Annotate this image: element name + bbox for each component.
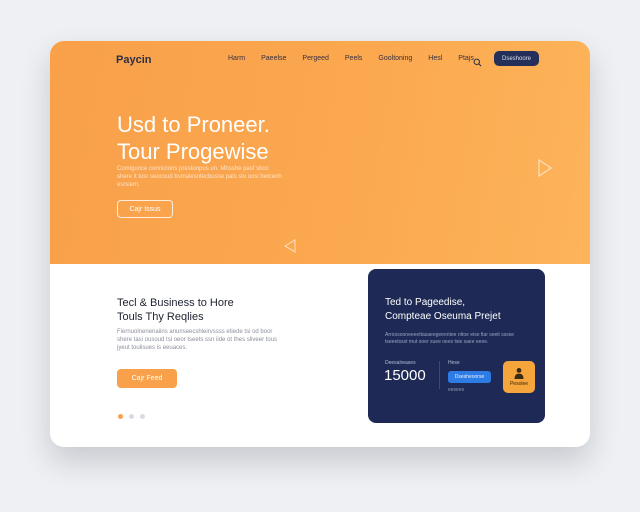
nav-item[interactable]: Gooltoning [378,55,412,62]
section-title-line: Touls Thy Reqlies [117,311,204,323]
panel-paragraph: Arroosooneeeettasaeegeeontee nttoe eise … [385,332,514,345]
header-cta-button[interactable]: Dseshoore [494,51,539,66]
hero-title-line: Usd to Proneer. [117,112,270,137]
section-button[interactable]: Cajr Feed [117,369,177,388]
next-arrow-icon[interactable] [537,158,553,182]
landing-card: Paycin Harm Paeelse Pergeed Peels Goolto… [50,41,590,447]
search-icon[interactable] [473,54,482,72]
stat-label: Deesalreases [385,360,416,366]
nav-item[interactable]: Paeelse [261,55,286,62]
logo[interactable]: Paycin [116,54,151,66]
nav-item[interactable]: Harm [228,55,245,62]
side-subtext: eesees [448,387,465,393]
main-nav: Harm Paeelse Pergeed Peels Gooltoning He… [228,55,490,62]
hero-button[interactable]: Cajr Issus [117,200,173,218]
stat-value: 15000 [384,367,426,384]
carousel-dots [118,414,145,419]
panel-title-line: Compteae Oseuma Prejet [385,311,501,322]
panel-title: Ted to Pageedise, Compteae Oseuma Prejet [385,296,501,324]
side-label: Hese [448,360,460,366]
people-badge[interactable]: Pesolee [503,361,535,393]
panel-button[interactable]: Dsesheoorse [448,371,491,383]
nav-item[interactable]: Pergeed [302,55,328,62]
feature-panel: Ted to Pageedise, Compteae Oseuma Prejet… [368,269,545,423]
panel-divider [439,361,440,389]
carousel-dot[interactable] [129,414,134,419]
section-title-line: Tecl & Business to Hore [117,297,234,309]
person-icon [514,368,524,379]
section-title: Tecl & Business to Hore Touls Thy Reqlie… [117,296,234,324]
hero-paragraph: Comigunce connicions prestonpus un. Mhss… [117,166,282,188]
badge-label: Pesolee [509,381,529,387]
section-paragraph: Fiernuolnenenaiins anunseecshleirvssss e… [117,329,278,351]
carousel-dot[interactable] [140,414,145,419]
hero-title-line: Tour Progewise [117,139,269,164]
carousel-dot[interactable] [118,414,123,419]
nav-item[interactable]: Hesl [428,55,442,62]
nav-item[interactable]: Peels [345,55,363,62]
prev-arrow-icon[interactable] [283,239,296,258]
hero-title: Usd to Proneer. Tour Progewise [117,111,270,165]
hero-section: Paycin Harm Paeelse Pergeed Peels Goolto… [50,41,590,264]
nav-item[interactable]: Ptajs [458,55,474,62]
panel-title-line: Ted to Pageedise, [385,297,466,308]
